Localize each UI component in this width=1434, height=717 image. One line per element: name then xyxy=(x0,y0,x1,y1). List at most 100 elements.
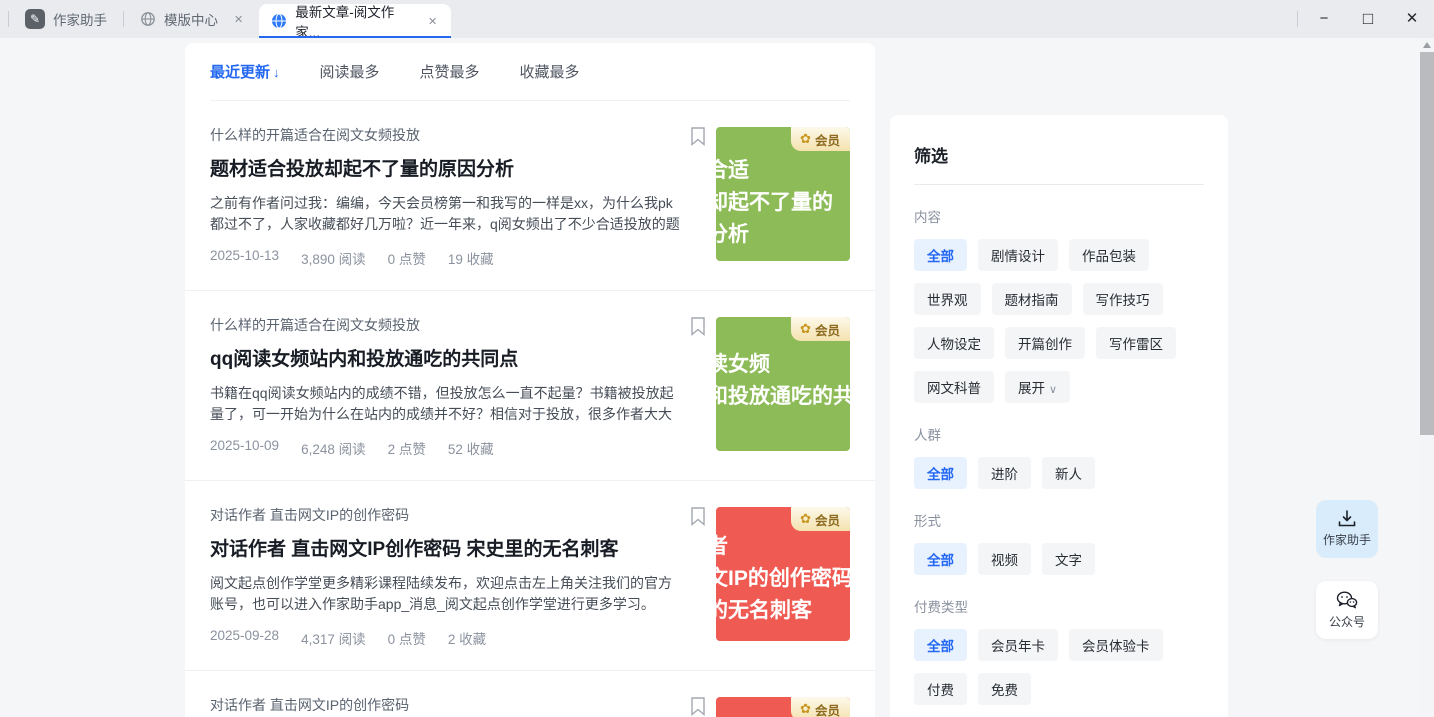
article-thumbnail[interactable]: ✿ 会员 者 文IP的创作密码 的无名刺客 xyxy=(716,507,850,641)
article-category[interactable]: 对话作者 直击网文IP的创作密码 xyxy=(210,695,680,715)
maximize-button[interactable]: □ xyxy=(1346,0,1390,38)
bookmark-icon[interactable] xyxy=(691,507,706,526)
writer-assistant-download-button[interactable]: 作家助手 xyxy=(1316,500,1378,558)
sort-tab-most-favorited[interactable]: 收藏最多 xyxy=(520,61,580,82)
divider xyxy=(8,11,9,27)
article-date: 2025-09-28 xyxy=(210,628,279,648)
filter-tag[interactable]: 世界观 xyxy=(914,283,981,315)
filter-tag[interactable]: 会员体验卡 xyxy=(1069,629,1163,661)
filter-tag[interactable]: 写作雷区 xyxy=(1096,327,1176,359)
flower-icon: ✿ xyxy=(800,511,811,527)
member-badge-label: 会员 xyxy=(815,700,840,717)
filter-section-format: 形式 全部 视频 文字 xyxy=(914,510,1204,575)
member-badge: ✿ 会员 xyxy=(791,697,850,717)
article-category[interactable]: 什么样的开篇适合在阅文女频投放 xyxy=(210,125,680,145)
article-likes: 0 点赞 xyxy=(388,628,426,648)
article-thumbnail[interactable]: ✿ 会员 读女频 和投放通吃的共同 xyxy=(716,317,850,451)
article-list-panel: 最近更新↓ 阅读最多 点赞最多 收藏最多 什么样的开篇适合在阅文女频投放 题材适… xyxy=(185,43,875,717)
filter-tag[interactable]: 写作技巧 xyxy=(1083,283,1163,315)
filter-tag[interactable]: 剧情设计 xyxy=(978,239,1058,271)
tab-latest-articles[interactable]: 最新文章-阅文作家... ✕ xyxy=(259,4,451,38)
bookmark-icon[interactable] xyxy=(691,317,706,336)
scroll-up-arrow-icon[interactable] xyxy=(1423,42,1431,48)
article-text: 什么样的开篇适合在阅文女频投放 题材适合投放却起不了量的原因分析 之前有作者问过… xyxy=(210,125,680,268)
filter-tag-all[interactable]: 全部 xyxy=(914,629,967,661)
member-badge: ✿ 会员 xyxy=(791,317,850,341)
article-excerpt: 书籍在qq阅读女频站内的成绩不错，但投放怎么一直不起量？书籍被投放起量了，可一开… xyxy=(210,383,680,425)
float-button-label: 公众号 xyxy=(1329,613,1365,630)
flower-icon: ✿ xyxy=(800,701,811,717)
scrollbar-thumb[interactable] xyxy=(1420,52,1434,435)
filter-section-label: 人群 xyxy=(914,424,1204,444)
member-badge: ✿ 会员 xyxy=(791,507,850,531)
wechat-icon xyxy=(1336,591,1358,609)
article-category[interactable]: 对话作者 直击网文IP的创作密码 xyxy=(210,505,680,525)
minimize-button[interactable]: − xyxy=(1302,0,1346,38)
filter-section-label: 付费类型 xyxy=(914,596,1204,616)
article-stats: 2025-10-09 6,248 阅读 2 点赞 52 收藏 xyxy=(210,438,680,458)
article-title[interactable]: 题材适合投放却起不了量的原因分析 xyxy=(210,157,680,183)
sort-tab-most-read[interactable]: 阅读最多 xyxy=(320,61,380,82)
article-favorites: 2 收藏 xyxy=(448,628,486,648)
download-icon xyxy=(1338,510,1356,527)
filter-tag[interactable]: 付费 xyxy=(914,673,967,705)
filter-panel: 筛选 内容 全部 剧情设计 作品包装 世界观 题材指南 写作技巧 人物设定 开篇… xyxy=(890,115,1228,717)
filter-tag[interactable]: 开篇创作 xyxy=(1005,327,1085,359)
article-title[interactable]: 对话作者 直击网文IP创作密码 宋史里的无名刺客 xyxy=(210,537,680,563)
article-excerpt: 之前有作者问过我：编编，今天会员榜第一和我写的一样是xx，为什么我pk都过不了，… xyxy=(210,193,680,235)
article-favorites: 19 收藏 xyxy=(448,248,494,268)
tab-label: 最新文章-阅文作家... xyxy=(295,1,412,41)
filter-tag-all[interactable]: 全部 xyxy=(914,543,967,575)
flower-icon: ✿ xyxy=(800,321,811,337)
filter-tag[interactable]: 会员年卡 xyxy=(978,629,1058,661)
article-card[interactable]: 什么样的开篇适合在阅文女频投放 题材适合投放却起不了量的原因分析 之前有作者问过… xyxy=(185,101,875,290)
filter-tag[interactable]: 新人 xyxy=(1042,457,1095,489)
bookmark-icon[interactable] xyxy=(691,697,706,716)
filter-tag[interactable]: 视频 xyxy=(978,543,1031,575)
filter-tag-all[interactable]: 全部 xyxy=(914,239,967,271)
article-excerpt: 阅文起点创作学堂更多精彩课程陆续发布，欢迎点击左上角关注我们的官方账号，也可以进… xyxy=(210,573,680,615)
article-thumbnail[interactable]: ✿ 会员 者 xyxy=(716,697,850,717)
article-card[interactable]: 什么样的开篇适合在阅文女频投放 qq阅读女频站内和投放通吃的共同点 书籍在qq阅… xyxy=(185,290,875,480)
article-card[interactable]: 对话作者 直击网文IP的创作密码 对话作者 直击网文IP创作密码 养成系宗门就在… xyxy=(185,670,875,717)
article-category[interactable]: 什么样的开篇适合在阅文女频投放 xyxy=(210,315,680,335)
filter-section-content: 内容 全部 剧情设计 作品包装 世界观 题材指南 写作技巧 人物设定 开篇创作 … xyxy=(914,206,1204,403)
member-badge-label: 会员 xyxy=(815,320,840,339)
vertical-scrollbar[interactable] xyxy=(1420,38,1434,717)
filter-tag[interactable]: 作品包装 xyxy=(1069,239,1149,271)
arrow-down-icon: ↓ xyxy=(273,65,280,80)
bookmark-icon[interactable] xyxy=(691,127,706,146)
filter-tag[interactable]: 免费 xyxy=(978,673,1031,705)
filter-tag[interactable]: 进阶 xyxy=(978,457,1031,489)
close-button[interactable]: ✕ xyxy=(1390,0,1434,38)
window-tab-bar: ✎ 作家助手 模版中心 ✕ 最新文章-阅文作家... ✕ − □ ✕ xyxy=(0,0,1434,38)
divider xyxy=(123,11,124,27)
article-card[interactable]: 对话作者 直击网文IP的创作密码 对话作者 直击网文IP创作密码 宋史里的无名刺… xyxy=(185,480,875,670)
float-button-label: 作家助手 xyxy=(1323,531,1371,548)
article-actions xyxy=(680,505,716,648)
official-account-button[interactable]: 公众号 xyxy=(1316,581,1378,639)
filter-tag[interactable]: 人物设定 xyxy=(914,327,994,359)
article-favorites: 52 收藏 xyxy=(448,438,494,458)
feather-icon: ✎ xyxy=(25,9,45,29)
app-window: ✎ 作家助手 模版中心 ✕ 最新文章-阅文作家... ✕ − □ ✕ 最近更新↓… xyxy=(0,0,1434,717)
article-actions xyxy=(680,695,716,717)
article-thumbnail[interactable]: ✿ 会员 合适 却起不了量的 分析 xyxy=(716,127,850,261)
sort-tab-most-liked[interactable]: 点赞最多 xyxy=(420,61,480,82)
filter-tag[interactable]: 网文科普 xyxy=(914,371,994,403)
tab-writer-assistant[interactable]: ✎ 作家助手 xyxy=(13,0,119,38)
globe-icon xyxy=(271,13,287,29)
filter-tag[interactable]: 文字 xyxy=(1042,543,1095,575)
flower-icon: ✿ xyxy=(800,131,811,147)
article-date: 2025-10-13 xyxy=(210,248,279,268)
filter-tag[interactable]: 题材指南 xyxy=(992,283,1072,315)
close-icon[interactable]: ✕ xyxy=(426,13,439,30)
article-title[interactable]: qq阅读女频站内和投放通吃的共同点 xyxy=(210,347,680,373)
filter-section-label: 内容 xyxy=(914,206,1204,226)
filter-tag-all[interactable]: 全部 xyxy=(914,457,967,489)
filter-section-audience: 人群 全部 进阶 新人 xyxy=(914,424,1204,489)
expand-button[interactable]: 展开∨ xyxy=(1005,371,1070,403)
sort-tab-recent[interactable]: 最近更新↓ xyxy=(210,61,280,82)
close-icon[interactable]: ✕ xyxy=(232,11,245,28)
tab-template-center[interactable]: 模版中心 ✕ xyxy=(128,0,257,38)
